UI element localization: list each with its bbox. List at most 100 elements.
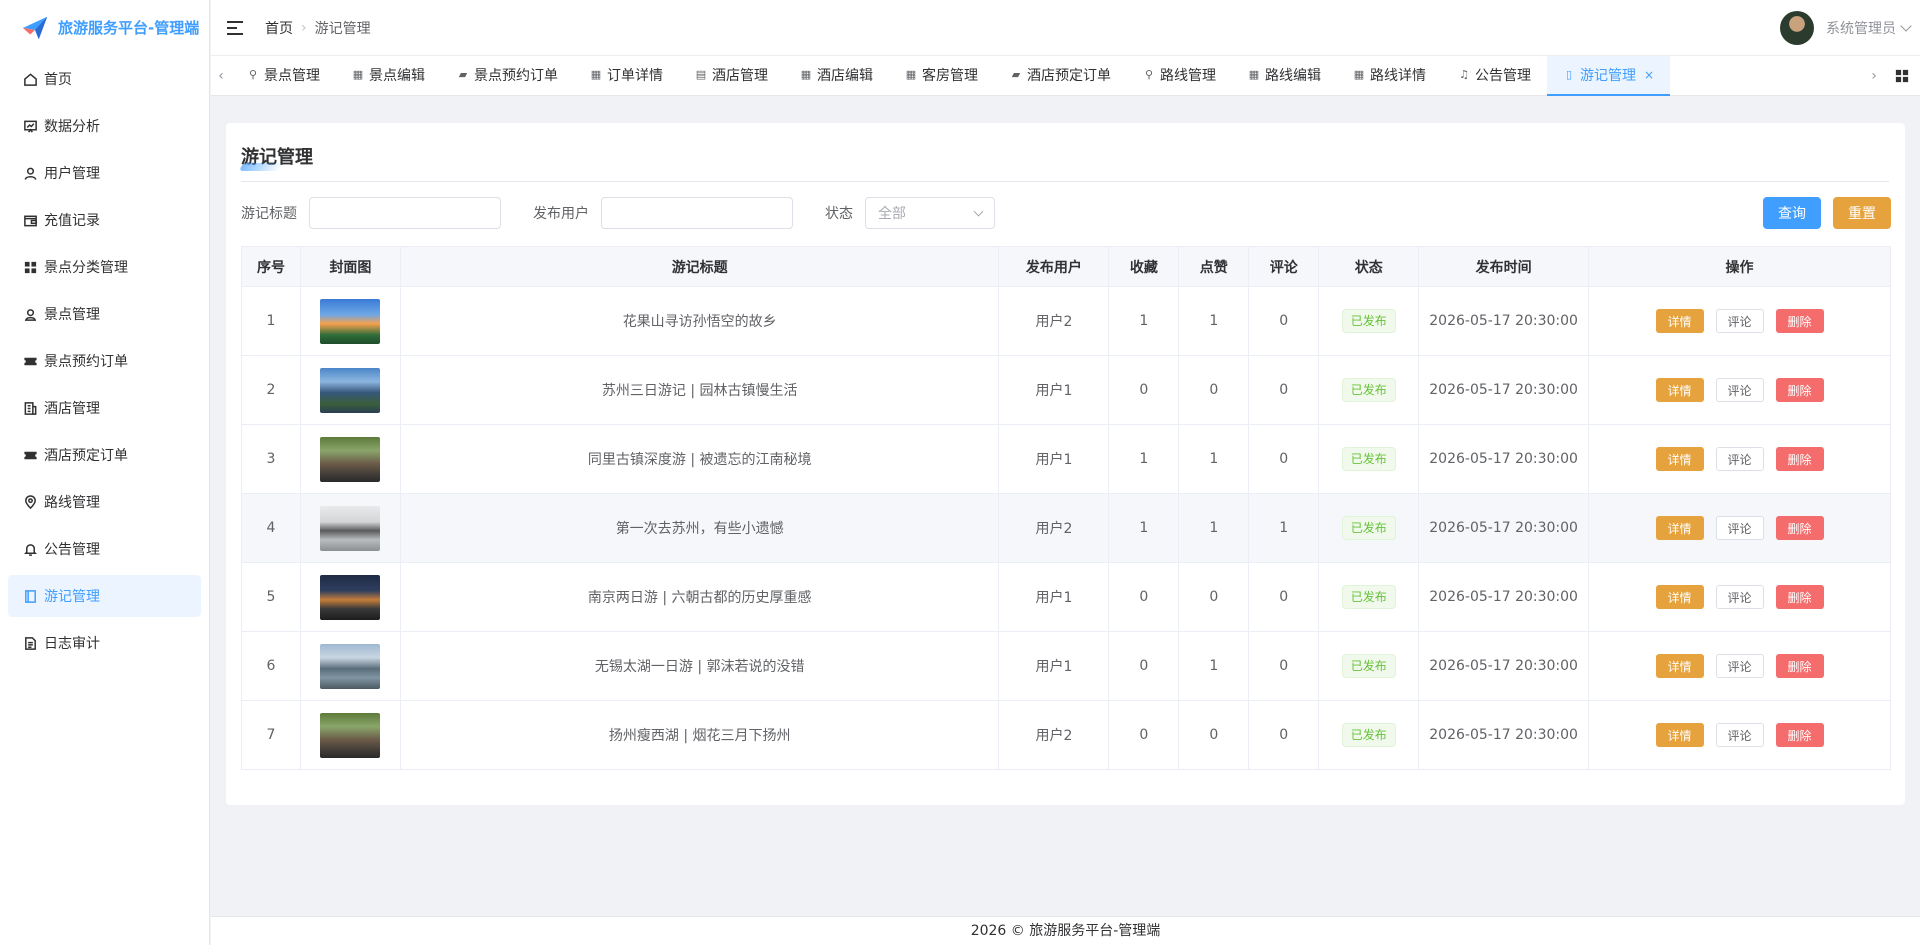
logo[interactable]: 旅游服务平台-管理端 (0, 0, 209, 54)
delete-button[interactable]: 删除 (1775, 585, 1824, 609)
cell-status: 已发布 (1318, 700, 1420, 770)
grid-icon: ▦ (905, 68, 917, 81)
cell-cover (299, 493, 401, 563)
detail-button[interactable]: 详情 (1655, 378, 1704, 402)
tab-label: 景点预约订单 (474, 67, 558, 84)
sidebar-item-recharge[interactable]: 充值记录 (8, 199, 201, 241)
username[interactable]: 系统管理员 (1826, 18, 1896, 38)
comment-button[interactable]: 评论 (1715, 654, 1764, 678)
chevron-down-icon[interactable] (1900, 20, 1912, 32)
comment-button[interactable]: 评论 (1715, 378, 1764, 402)
comment-button[interactable]: 评论 (1715, 447, 1764, 471)
cell-time: 2026-05-17 20:30:00 (1418, 562, 1590, 632)
tab-notices[interactable]: ♫ 公告管理 (1442, 56, 1547, 96)
cover-image[interactable] (320, 574, 381, 620)
grid-icon: ▦ (1353, 68, 1365, 81)
chevron-right-icon: › (301, 19, 307, 36)
cell-no: 5 (241, 562, 301, 632)
tab-route-edit[interactable]: ▦ 路线编辑 (1232, 56, 1337, 96)
delete-button[interactable]: 删除 (1775, 654, 1824, 678)
comment-button[interactable]: 评论 (1715, 585, 1764, 609)
filter-title-label: 游记标题 (241, 206, 297, 222)
tab-scenic-edit[interactable]: ▦ 景点编辑 (336, 56, 441, 96)
tab-hotel-edit[interactable]: ▦ 酒店编辑 (784, 56, 889, 96)
user-menu[interactable]: 系统管理员 (1780, 11, 1912, 45)
sidebar-item-audit-log[interactable]: 日志审计 (8, 622, 201, 664)
comment-button[interactable]: 评论 (1715, 723, 1764, 747)
detail-button[interactable]: 详情 (1655, 447, 1704, 471)
location-icon: ⚲ (248, 68, 258, 81)
tabs-menu-icon[interactable] (1884, 56, 1920, 96)
sidebar-item-label: 充值记录 (44, 213, 100, 229)
tab-scenic[interactable]: ⚲ 景点管理 (231, 56, 336, 96)
cell-status: 已发布 (1318, 562, 1420, 632)
reset-button[interactable]: 重置 (1833, 197, 1891, 229)
detail-button[interactable]: 详情 (1655, 723, 1704, 747)
cell-title: 无锡太湖一日游 | 郭沫若说的没错 (399, 631, 1000, 701)
tab-label: 酒店管理 (712, 67, 768, 84)
sidebar-item-scenic-orders[interactable]: 景点预约订单 (8, 340, 201, 382)
sidebar-item-analytics[interactable]: 数据分析 (8, 105, 201, 147)
avatar[interactable] (1780, 11, 1814, 45)
breadcrumb-home[interactable]: 首页 (265, 18, 293, 38)
cell-status: 已发布 (1318, 493, 1420, 563)
comment-button[interactable]: 评论 (1715, 309, 1764, 333)
delete-button[interactable]: 删除 (1775, 723, 1824, 747)
sidebar-item-hotel-orders[interactable]: 酒店预定订单 (8, 434, 201, 476)
close-icon[interactable]: × (1644, 68, 1654, 82)
sidebar-item-category[interactable]: 景点分类管理 (8, 246, 201, 288)
tab-label: 订单详情 (607, 67, 663, 84)
delete-button[interactable]: 删除 (1775, 309, 1824, 333)
chevron-left-icon[interactable]: ‹ (211, 56, 231, 96)
sidebar-item-routes[interactable]: 路线管理 (8, 481, 201, 523)
delete-button[interactable]: 删除 (1775, 447, 1824, 471)
cell-title: 同里古镇深度游 | 被遗忘的江南秘境 (399, 424, 1000, 494)
sidebar-item-travelogues[interactable]: 游记管理 (8, 575, 201, 617)
tab-scenic-orders[interactable]: ▰ 景点预约订单 (441, 56, 574, 96)
cell-likes: 0 (1178, 700, 1250, 770)
tab-rooms[interactable]: ▦ 客房管理 (889, 56, 994, 96)
cell-cover (299, 700, 401, 770)
delete-button[interactable]: 删除 (1775, 378, 1824, 402)
sidebar-item-label: 景点预约订单 (44, 354, 128, 370)
cover-image[interactable] (320, 505, 381, 551)
detail-button[interactable]: 详情 (1655, 516, 1704, 540)
comment-button[interactable]: 评论 (1715, 516, 1764, 540)
table-row: 2 苏州三日游记 | 园林古镇慢生活 用户1 0 0 0 已发布 2026-05… (241, 355, 1891, 425)
cell-favorites: 0 (1108, 700, 1180, 770)
menu-toggle-icon[interactable] (227, 20, 243, 35)
cell-title: 花果山寻访孙悟空的故乡 (399, 286, 1000, 356)
status-badge: 已发布 (1341, 516, 1396, 540)
sidebar-item-scenic[interactable]: 景点管理 (8, 293, 201, 335)
sidebar-item-label: 酒店预定订单 (44, 448, 128, 464)
filter-bar: 游记标题 发布用户 状态 全部 查询 重置 (241, 197, 1891, 229)
cover-image[interactable] (320, 643, 381, 689)
column-header: 评论 (1248, 246, 1320, 287)
tab-hotel-orders[interactable]: ▰ 酒店预定订单 (994, 56, 1127, 96)
bell-icon (22, 541, 38, 557)
tab-route-detail[interactable]: ▦ 路线详情 (1337, 56, 1442, 96)
tab-travelogues[interactable]: ▯ 游记管理 × (1547, 55, 1671, 96)
detail-button[interactable]: 详情 (1655, 654, 1704, 678)
detail-button[interactable]: 详情 (1655, 309, 1704, 333)
query-button[interactable]: 查询 (1763, 197, 1821, 229)
tab-hotel[interactable]: ▤ 酒店管理 (679, 56, 784, 96)
delete-button[interactable]: 删除 (1775, 516, 1824, 540)
notebook-icon (22, 588, 38, 604)
cell-actions: 详情 评论 删除 (1588, 493, 1891, 563)
sidebar-item-users[interactable]: 用户管理 (8, 152, 201, 194)
chevron-right-icon[interactable]: › (1864, 56, 1884, 96)
tab-routes[interactable]: ⚲ 路线管理 (1127, 56, 1232, 96)
cover-image[interactable] (320, 367, 381, 413)
user-search-input[interactable] (601, 197, 793, 229)
sidebar-item-home[interactable]: 首页 (8, 58, 201, 100)
sidebar-item-notices[interactable]: 公告管理 (8, 528, 201, 570)
status-select[interactable]: 全部 (865, 197, 995, 229)
sidebar-item-hotel[interactable]: 酒店管理 (8, 387, 201, 429)
cover-image[interactable] (320, 712, 381, 758)
cover-image[interactable] (320, 436, 381, 482)
tab-order-detail[interactable]: ▦ 订单详情 (574, 56, 679, 96)
cover-image[interactable] (320, 298, 381, 344)
detail-button[interactable]: 详情 (1655, 585, 1704, 609)
title-search-input[interactable] (309, 197, 501, 229)
